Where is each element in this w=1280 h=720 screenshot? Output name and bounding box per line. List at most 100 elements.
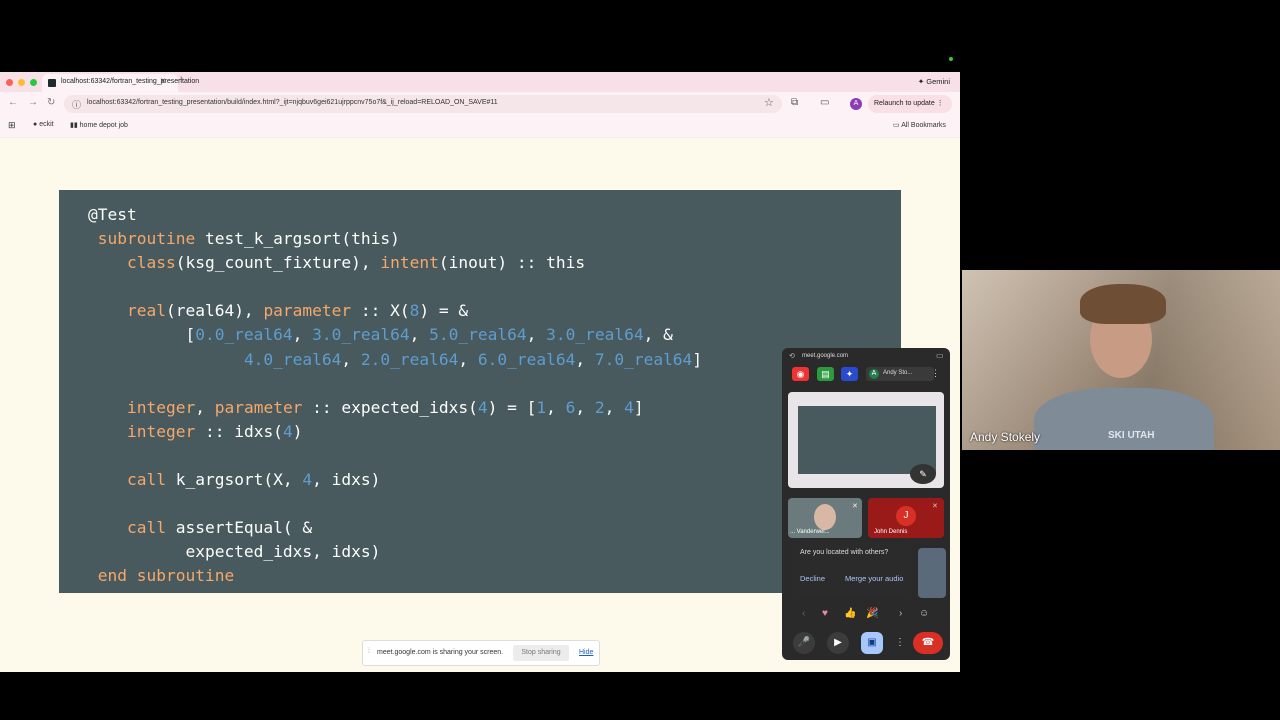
tab-bar: localhost:63342/fortran_testing_presenta… [0,72,960,92]
number: 4 [624,397,634,417]
number: 6.0_real64 [477,349,576,369]
participant-avatar: J [896,506,916,526]
recording-indicator [949,57,953,61]
bookmark-eckit[interactable]: ● eckit [33,121,54,128]
more-menu-icon[interactable]: ⋮ [937,100,944,107]
close-tab-icon[interactable]: × [160,76,166,87]
pin-icon[interactable]: ✎ [910,464,936,484]
number: 8 [409,301,420,321]
all-bookmarks-label: All Bookmarks [901,122,946,129]
relaunch-label: Relaunch to update [874,100,935,107]
meet-pip-panel: ⟲ meet.google.com ▭ ◉ ▤ ✦ A Andy Sto... … [782,348,950,660]
decline-button[interactable]: Decline [800,574,825,583]
webcam-feed: SKI UTAH Andy Stokely [962,270,1280,450]
meet-site-icon: ⟲ [789,353,795,360]
gemini-icon[interactable]: ✦ [841,367,858,381]
extensions-icon[interactable]: ⧉ [791,97,798,108]
keyword: parameter [214,397,303,417]
more-options-icon[interactable]: ⋮ [931,368,940,379]
add-reaction-icon[interactable]: ☺ [919,608,929,619]
keyword: subroutine [97,229,196,249]
code-text: @Test subroutine test_k_argsort(this) cl… [88,205,703,586]
maximize-window-icon[interactable] [30,79,37,86]
browser-toolbar: ← → ↻ ⓘ localhost:63342/fortran_testing_… [0,92,960,116]
chevron-left-icon[interactable]: ‹ [802,608,805,619]
forward-icon[interactable]: → [28,97,38,108]
heart-emoji-icon[interactable]: ♥ [822,608,828,619]
new-tab-icon[interactable]: + [178,74,184,86]
bookmark-home-depot-job[interactable]: ▮▮ home depot job [70,121,128,129]
back-icon[interactable]: ← [8,97,18,108]
participant-tile[interactable]: J ✕ John Dennis [868,498,944,538]
preview-code-thumbnail [798,406,936,474]
participant-tile[interactable] [918,548,946,598]
mic-muted-icon: ✕ [932,503,938,510]
address-bar[interactable]: ⓘ localhost:63342/fortran_testing_presen… [64,95,782,113]
stop-sharing-button[interactable]: Stop sharing [513,645,569,661]
popout-icon[interactable]: ▭ [936,351,944,360]
mic-icon[interactable]: 🎤 [793,632,815,654]
keyword: end subroutine [97,566,235,586]
keyword: intent [380,253,439,273]
present-icon[interactable]: ▣ [861,632,883,654]
number: 2 [594,397,605,417]
keyword: integer [126,397,196,417]
merge-audio-button[interactable]: Merge your audio [845,574,903,583]
participant-face [814,504,836,530]
shirt-logo: SKI UTAH [1108,430,1155,441]
number: 4 [477,397,488,417]
favicon-icon [48,79,56,87]
reload-icon[interactable]: ↻ [47,97,55,108]
person-hair [1080,284,1166,324]
participant-name: John Dennis [874,529,908,535]
keyword: class [126,253,176,273]
keyword: call [126,470,166,490]
number: 7.0_real64 [594,349,693,369]
keyword: real [126,301,166,321]
bookmark-star-icon[interactable]: ☆ [764,96,774,109]
gemini-button[interactable]: ✦ Gemini [918,77,950,86]
share-status-text: meet.google.com is sharing your screen. [377,649,504,656]
number: 5.0_real64 [429,325,527,345]
relaunch-button[interactable]: Relaunch to update ⋮ [868,95,952,113]
hang-up-icon[interactable]: ☎ [913,632,943,654]
code-block: @Test subroutine test_k_argsort(this) cl… [59,190,901,593]
apps-grid-icon[interactable]: ⊞ [8,120,16,131]
keyword: call [126,518,166,538]
all-bookmarks-button[interactable]: ▭ All Bookmarks [893,121,946,129]
camera-icon[interactable]: ▶ [827,632,849,654]
number: 2.0_real64 [360,349,459,369]
audio-merge-prompt: Are you located with others? Decline Mer… [792,542,912,594]
more-options-icon[interactable]: ⋮ [895,637,905,648]
number: 0.0_real64 [195,325,293,345]
bookmark-label: home depot job [79,122,128,129]
mic-muted-icon: ✕ [852,503,858,510]
chevron-right-icon[interactable]: › [899,608,902,619]
webcam-name-label: Andy Stokely [970,430,1041,444]
code-line: @Test [88,205,137,224]
number: 3.0_real64 [312,325,410,345]
profile-avatar[interactable]: A [850,98,862,110]
hide-button[interactable]: Hide [579,649,593,656]
thumbs-up-emoji-icon[interactable]: 👍 [844,608,856,619]
bookmark-label: eckit [39,121,54,128]
drag-handle-icon[interactable]: ⁞ [368,648,370,655]
tab-presentation[interactable]: localhost:63342/fortran_testing_presenta… [42,74,199,92]
participant-name: ... Vanderwei... [790,529,830,535]
cast-icon[interactable]: ▭ [820,97,829,108]
participant-tile[interactable]: ✕ ... Vanderwei... [788,498,862,538]
activities-icon[interactable]: ▤ [817,367,834,381]
number: 4 [302,470,313,490]
close-window-icon[interactable] [6,79,13,86]
keyword: parameter [263,301,352,321]
site-info-icon[interactable]: ⓘ [72,98,81,111]
number: 1 [536,397,547,417]
party-emoji-icon[interactable]: 🎉 [866,608,878,619]
minimize-window-icon[interactable] [18,79,25,86]
self-chip[interactable]: A Andy Sto... [866,367,934,381]
record-icon[interactable]: ◉ [792,367,809,381]
number: 4.0_real64 [243,349,342,369]
number: 4 [282,421,293,441]
url-text: localhost:63342/fortran_testing_presenta… [87,99,498,106]
number: 6 [565,397,576,417]
